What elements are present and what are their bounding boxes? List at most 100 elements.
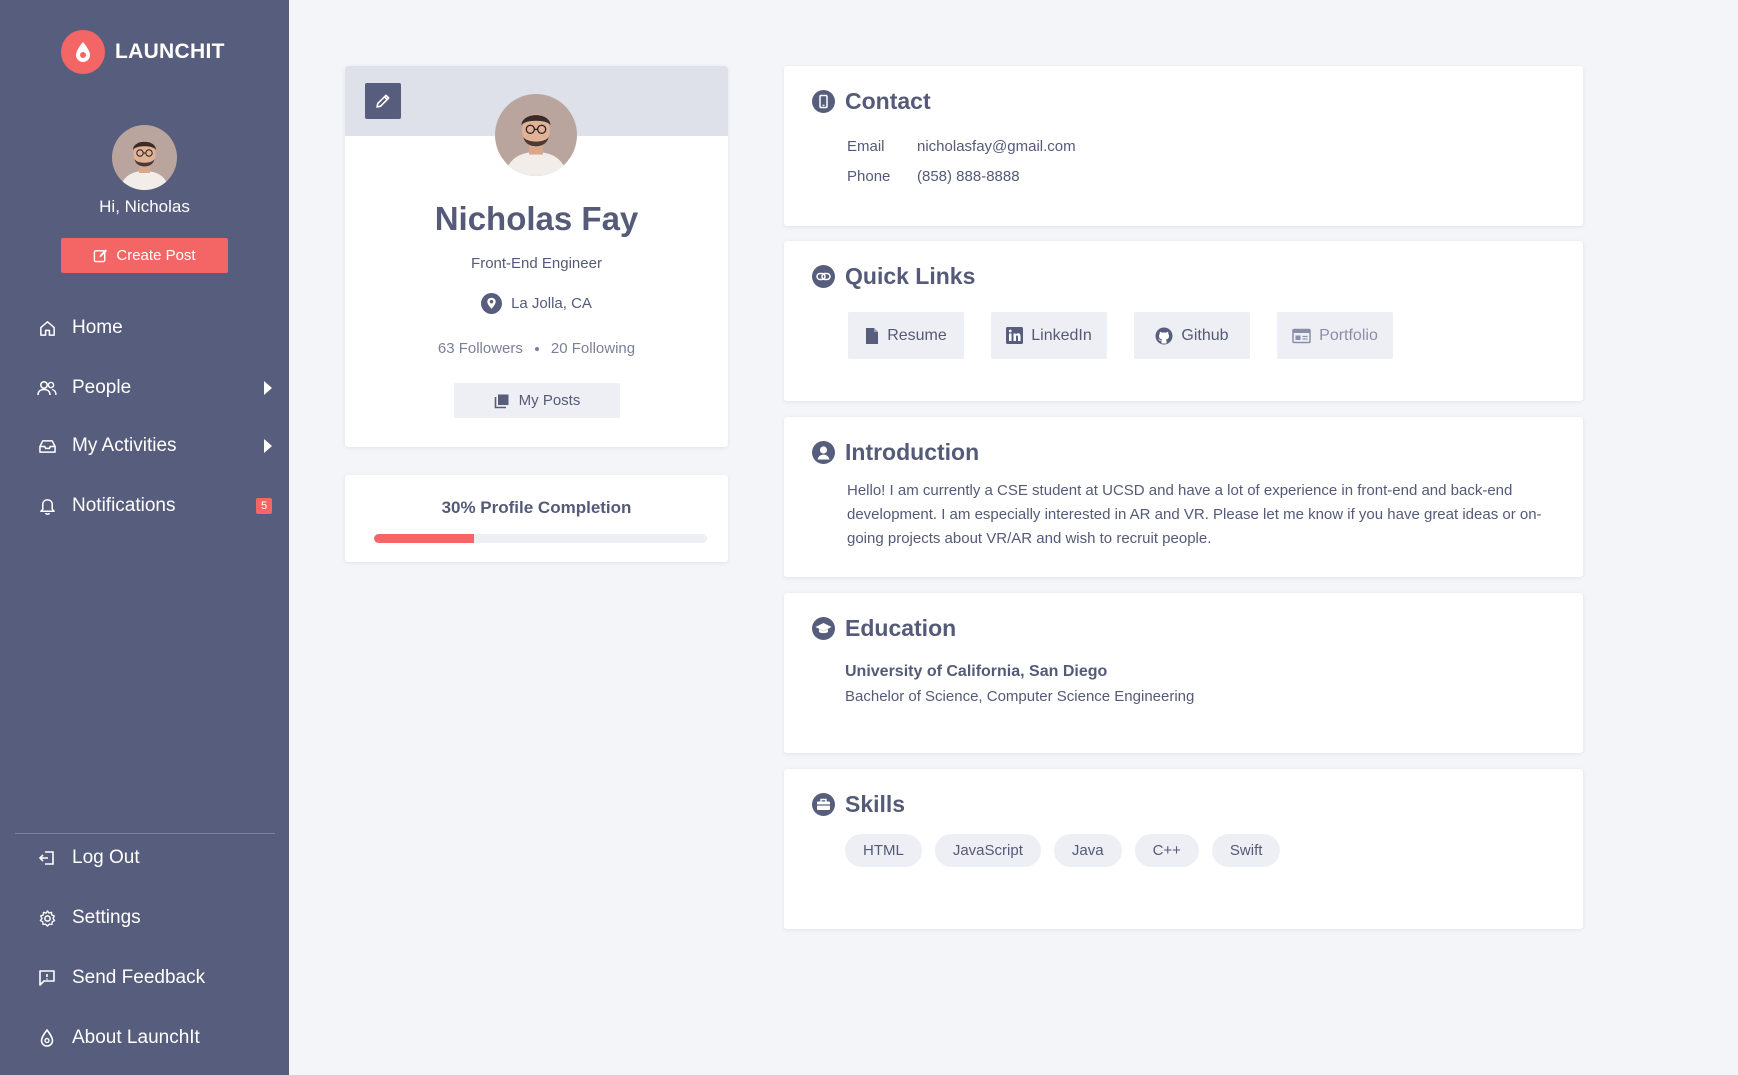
pencil-icon [376, 94, 390, 108]
toolbox-icon [812, 793, 835, 816]
create-post-button[interactable]: Create Post [61, 238, 228, 273]
introduction-title: Introduction [845, 439, 980, 465]
separator-dot [534, 346, 539, 351]
browser-window-icon [1292, 328, 1311, 343]
edit-profile-button[interactable] [365, 83, 401, 119]
skills-list: HTML JavaScript Java C++ Swift [845, 834, 1281, 867]
caret-right-icon [264, 439, 272, 453]
nav-notifications-label: Notifications [72, 495, 176, 516]
nav-my-activities[interactable]: My Activities [36, 426, 276, 466]
skills-title: Skills [845, 791, 906, 817]
skill-chip: Swift [1211, 834, 1281, 867]
quick-link-linkedin-label: LinkedIn [1031, 326, 1092, 344]
github-icon [1155, 327, 1173, 344]
quick-link-portfolio[interactable]: Portfolio [1277, 312, 1393, 359]
linkedin-icon [1006, 327, 1024, 344]
introduction-header: Introduction [812, 439, 979, 466]
profile-location-text: La Jolla, CA [511, 295, 592, 312]
email-value[interactable]: nicholasfay@gmail.com [917, 138, 1076, 155]
nav-settings[interactable]: Settings [36, 898, 276, 938]
education-header: Education [812, 615, 956, 642]
skill-chip: C++ [1134, 834, 1199, 867]
greeting: Hi, Nicholas [99, 197, 190, 216]
home-icon [36, 317, 58, 339]
logout-icon [36, 847, 58, 869]
quick-link-resume[interactable]: Resume [848, 312, 964, 359]
education-title: Education [845, 615, 957, 641]
profile-location: La Jolla, CA [345, 293, 728, 314]
feedback-icon [36, 967, 58, 989]
contact-card: Contact Email nicholasfay@gmail.com Phon… [784, 66, 1583, 226]
follow-stats: 63 Followers 20 Following [345, 340, 728, 357]
quick-links-title: Quick Links [845, 263, 976, 289]
contact-email-row: Email nicholasfay@gmail.com [847, 138, 1076, 155]
people-icon [36, 377, 58, 399]
phone-label: Phone [847, 168, 891, 185]
nav-people-label: People [72, 377, 132, 398]
profile-card: Nicholas Fay Front-End Engineer La Jolla… [345, 66, 728, 447]
profile-avatar [495, 94, 577, 176]
following-count[interactable]: 20 Following [551, 340, 635, 357]
quick-link-github-label: Github [1181, 326, 1229, 344]
education-card: Education University of California, San … [784, 593, 1583, 753]
inbox-icon [36, 435, 58, 457]
contact-title: Contact [845, 88, 931, 114]
quick-link-resume-label: Resume [887, 326, 947, 344]
graduation-cap-icon [812, 617, 835, 640]
nav-home-label: Home [72, 317, 123, 338]
skills-card: Skills HTML JavaScript Java C++ Swift [784, 769, 1583, 929]
nav-notifications[interactable]: Notifications 5 [36, 486, 276, 526]
introduction-card: Introduction Hello! I am currently a CSE… [784, 417, 1583, 577]
caret-right-icon [264, 381, 272, 395]
notification-count-badge: 5 [256, 498, 272, 514]
quick-links-list: Resume LinkedIn Github Portfolio [848, 312, 1393, 359]
email-label: Email [847, 138, 885, 155]
link-icon [812, 265, 835, 288]
profile-name: Nicholas Fay [434, 200, 639, 237]
nav-home[interactable]: Home [36, 308, 276, 348]
contact-header: Contact [812, 88, 931, 115]
sidebar-divider [15, 833, 275, 834]
profile-completion-label: 30% Profile Completion [441, 498, 632, 517]
quick-links-card: Quick Links Resume LinkedIn Github Portf… [784, 241, 1583, 401]
profile-completion-progress [374, 534, 707, 543]
phone-icon [812, 90, 835, 113]
contact-phone-row: Phone (858) 888-8888 [847, 168, 1020, 185]
posts-stack-icon [494, 394, 509, 408]
map-pin-icon [481, 293, 503, 314]
avatar[interactable] [112, 125, 177, 190]
nav-settings-label: Settings [72, 907, 141, 928]
profile-completion-card: 30% Profile Completion [345, 475, 728, 562]
profile-job-title: Front-End Engineer [471, 255, 602, 272]
gear-icon [36, 907, 58, 929]
nav-send-feedback[interactable]: Send Feedback [36, 958, 276, 998]
nav-log-out[interactable]: Log Out [36, 838, 276, 878]
nav-my-activities-label: My Activities [72, 435, 177, 456]
nav-log-out-label: Log Out [72, 847, 140, 868]
sidebar: LAUNCHIT Hi, Nicholas Create Post Home P… [0, 0, 289, 1075]
education-school: University of California, San Diego [845, 663, 1108, 680]
bell-icon [36, 495, 58, 517]
education-degree: Bachelor of Science, Computer Science En… [845, 688, 1195, 705]
skill-chip: Java [1053, 834, 1122, 867]
my-posts-button[interactable]: My Posts [454, 383, 620, 418]
user-icon [812, 441, 835, 464]
brand[interactable]: LAUNCHIT [61, 30, 225, 74]
quick-link-github[interactable]: Github [1134, 312, 1250, 359]
introduction-text: Hello! I am currently a CSE student at U… [847, 482, 1542, 547]
create-post-label: Create Post [116, 247, 196, 264]
quick-link-linkedin[interactable]: LinkedIn [991, 312, 1107, 359]
followers-count[interactable]: 63 Followers [438, 340, 523, 357]
skills-header: Skills [812, 791, 905, 818]
nav-about-launchit[interactable]: About LaunchIt [36, 1018, 276, 1058]
file-icon [866, 327, 879, 344]
nav-send-feedback-label: Send Feedback [72, 967, 206, 988]
launchit-logo-icon [61, 30, 105, 74]
launchit-drop-icon [36, 1027, 58, 1049]
progress-fill [374, 534, 474, 543]
phone-value[interactable]: (858) 888-8888 [917, 168, 1020, 185]
nav-people[interactable]: People [36, 368, 276, 408]
nav-about-launchit-label: About LaunchIt [72, 1027, 200, 1048]
edit-square-icon [94, 249, 108, 263]
quick-links-header: Quick Links [812, 263, 975, 290]
